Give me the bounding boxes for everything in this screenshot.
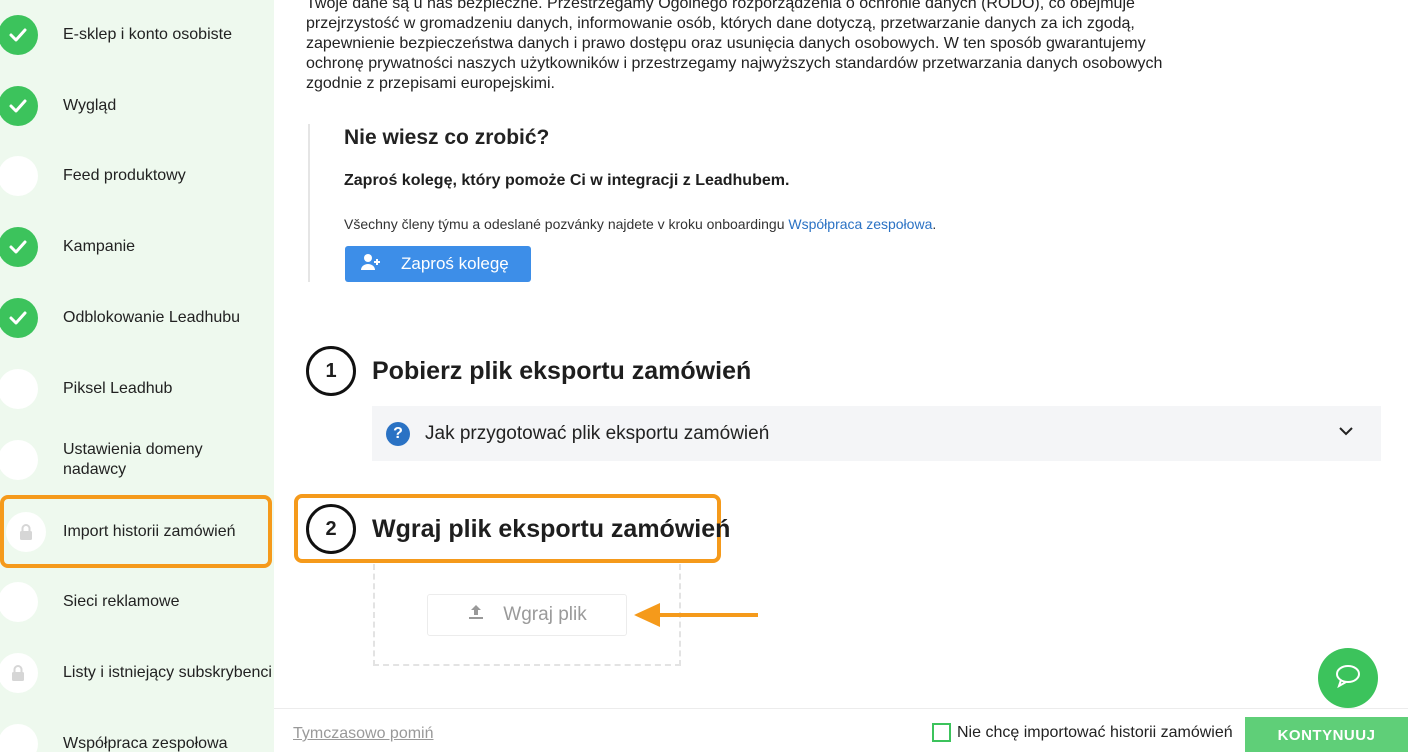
step1-number: 1 (306, 346, 356, 396)
empty-circle-icon (0, 369, 38, 409)
sidebar-item-team-collaboration[interactable]: Współpraca zespołowa (0, 724, 274, 752)
sidebar-item-subscribers[interactable]: Listy i istniejący subskrybenci (0, 653, 274, 693)
step2-number: 2 (306, 504, 356, 554)
no-import-checkbox[interactable] (932, 723, 951, 742)
skip-link[interactable]: Tymczasowo pomiń (293, 725, 434, 743)
upload-icon (467, 603, 485, 627)
sidebar-item-label: Wygląd (63, 97, 117, 114)
sidebar-item-product-feed[interactable]: Feed produktowy (0, 156, 274, 196)
lock-icon (6, 511, 46, 552)
footer-bar: Tymczasowo pomiń Nie chcę importować his… (274, 708, 1408, 752)
gdpr-intro-text: Twoje dane są u nas bezpieczne. Przestrz… (306, 0, 1163, 92)
main-content: Twoje dane są u nas bezpieczne. Przestrz… (274, 0, 1408, 752)
empty-circle-icon (0, 724, 38, 752)
invite-subtitle: Zaproś kolegę, który pomoże Ci w integra… (344, 172, 790, 189)
sidebar-item-e-shop[interactable]: E-sklep i konto osobiste (0, 15, 274, 55)
invite-note-suffix: . (932, 216, 937, 232)
sidebar-item-sender-domain[interactable]: Ustawienia domeny nadawcy (0, 440, 274, 480)
sidebar-item-label: Listy i istniejący subskrybenci (63, 664, 272, 681)
continue-button[interactable]: KONTYNUUJ (1245, 717, 1408, 752)
sidebar-item-label: Import historii zamówień (63, 522, 236, 540)
upload-file-button[interactable]: Wgraj plik (427, 594, 627, 636)
step2-title: Wgraj plik eksportu zamówień (372, 514, 731, 543)
onboarding-sidebar: E-sklep i konto osobiste Wygląd Feed pro… (0, 0, 274, 752)
sidebar-item-campaigns[interactable]: Kampanie (0, 227, 274, 267)
invite-button-label: Zaproś kolegę (401, 254, 509, 273)
check-icon (0, 15, 38, 55)
chat-bubble-icon (1334, 663, 1362, 694)
sidebar-item-label: Sieci reklamowe (63, 593, 180, 610)
step1-header: 1 Pobierz plik eksportu zamówień (306, 346, 751, 396)
sidebar-item-order-history-import[interactable]: Import historii zamówień (0, 495, 272, 568)
invite-colleague-button[interactable]: Zaproś kolegę (345, 246, 531, 282)
sidebar-item-label: E-sklep i konto osobiste (63, 26, 232, 43)
sidebar-item-label: Feed produktowy (63, 167, 186, 184)
invite-note: Všechny členy týmu a odeslané pozvánky n… (344, 216, 1008, 232)
empty-circle-icon (0, 582, 38, 622)
sidebar-item-label: Współpraca zespołowa (63, 735, 228, 752)
no-import-checkbox-label: Nie chcę importować historii zamówień (957, 723, 1233, 741)
no-import-checkbox-row[interactable]: Nie chcę importować historii zamówień (932, 723, 1233, 742)
sidebar-item-label: Kampanie (63, 238, 136, 255)
question-icon: ? (386, 421, 410, 446)
check-icon (0, 86, 38, 126)
add-user-icon (361, 253, 381, 276)
invite-note-text: Všechny členy týmu a odeslané pozvánky n… (344, 216, 789, 232)
invite-title: Nie wiesz co zrobić? (344, 126, 550, 149)
howto-accordion[interactable]: ? Jak przygotować plik eksportu zamówień (372, 406, 1381, 461)
chat-button[interactable] (1318, 648, 1378, 708)
check-icon (0, 227, 38, 267)
team-collaboration-link[interactable]: Współpraca zespołowa (788, 216, 932, 232)
sidebar-item-label: Odblokowanie Leadhubu (63, 309, 241, 326)
sidebar-item-label: Piksel Leadhub (63, 380, 173, 397)
sidebar-item-unlock-leadhub[interactable]: Odblokowanie Leadhubu (0, 298, 274, 338)
sidebar-item-label: Ustawienia domeny nadawcy (63, 441, 203, 478)
lock-icon (0, 653, 38, 693)
empty-circle-icon (0, 156, 38, 196)
sidebar-item-pixel[interactable]: Piksel Leadhub (0, 369, 274, 409)
invite-colleague-box: Nie wiesz co zrobić? Zaproś kolegę, któr… (308, 124, 1008, 282)
chevron-down-icon (1337, 422, 1355, 446)
howto-label: Jak przygotować plik eksportu zamówień (425, 422, 770, 444)
upload-button-label: Wgraj plik (503, 604, 587, 625)
empty-circle-icon (0, 440, 38, 480)
step1-title: Pobierz plik eksportu zamówień (372, 356, 752, 385)
sidebar-item-ad-networks[interactable]: Sieci reklamowe (0, 582, 274, 622)
sidebar-item-appearance[interactable]: Wygląd (0, 86, 274, 126)
step2-header: 2 Wgraj plik eksportu zamówień (306, 504, 730, 554)
check-icon (0, 298, 38, 338)
arrow-left-icon (634, 600, 760, 635)
